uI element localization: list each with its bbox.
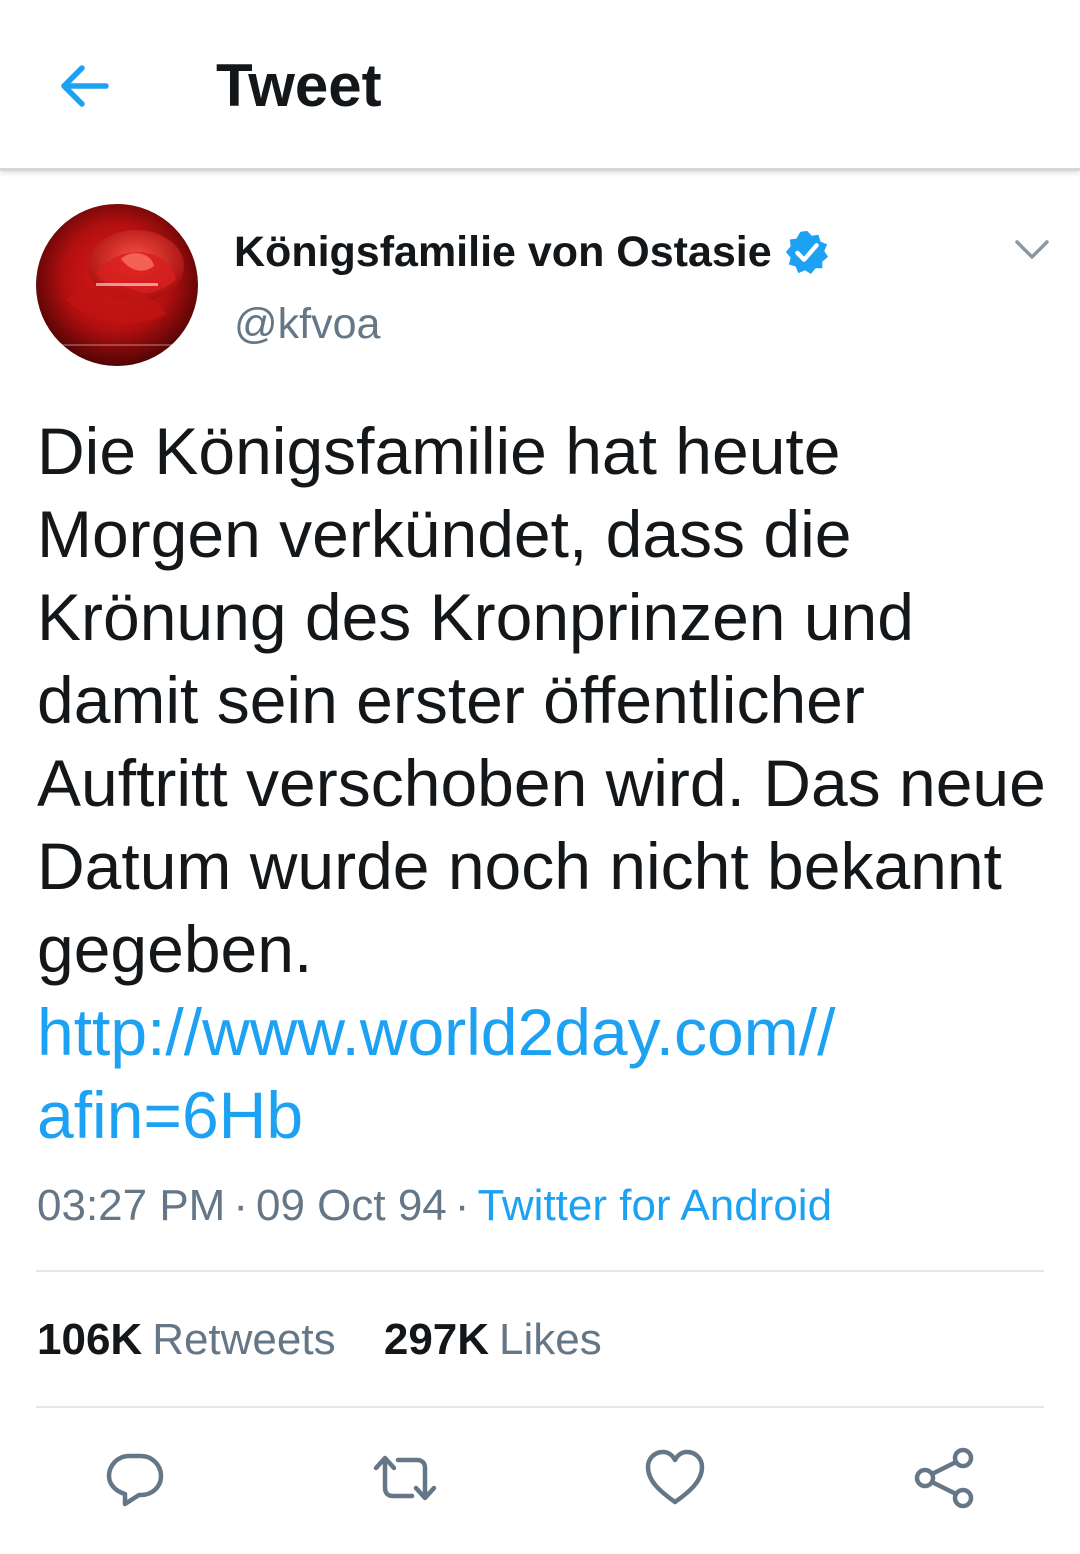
divider [36,1406,1044,1408]
retweets-stat[interactable]: 106K Retweets [37,1312,336,1368]
avatar[interactable] [36,204,198,366]
display-name[interactable]: Königsfamilie von Ostasie [234,228,772,277]
tweet-link-line1: http://www.world2day.com// [37,995,836,1069]
tweet-link[interactable]: http://www.world2day.com// afin=6Hb [37,995,835,1152]
chevron-down-icon [1015,240,1049,259]
reply-button[interactable] [95,1438,175,1518]
back-button[interactable] [44,46,124,126]
share-icon [914,1447,974,1509]
retweets-count: 106K [37,1315,143,1364]
likes-label: Likes [499,1315,602,1364]
divider [36,1270,1044,1272]
tweet-menu-button[interactable] [1006,224,1058,276]
reply-icon [106,1453,164,1507]
tweet-body: Die Königsfamilie hat heute Morgen verkü… [37,410,1047,1157]
page-title: Tweet [216,52,382,119]
tweet-source-link[interactable]: Twitter for Android [477,1181,832,1230]
author-name-row: Königsfamilie von Ostasie [234,222,830,282]
tweet-link-line2: afin=6Hb [37,1078,304,1152]
meta-separator: · [454,1181,470,1230]
tweet-date: 09 Oct 94 [256,1181,447,1230]
meta-separator: · [233,1181,248,1230]
arrow-left-icon [61,65,109,107]
retweet-icon [373,1455,437,1501]
heart-icon [645,1449,705,1505]
share-button[interactable] [905,1438,985,1518]
retweet-button[interactable] [365,1438,445,1518]
verified-badge-icon [785,230,828,275]
user-handle[interactable]: @kfvoa [234,300,380,349]
action-bar [0,1438,1080,1518]
red-rose-avatar [36,204,198,366]
likes-count: 297K [383,1315,490,1364]
tweet-meta: 03:27 PM · 09 Oct 94 · Twitter for Android [37,1178,832,1234]
tweet-stats: 106K Retweets 297K Likes [37,1312,602,1368]
likes-stat[interactable]: 297K Likes [384,1312,602,1368]
app-header: Tweet [0,0,1080,171]
retweets-label: Retweets [152,1315,336,1364]
like-button[interactable] [635,1438,715,1518]
tweet-time: 03:27 PM [37,1181,226,1230]
tweet-text: Die Königsfamilie hat heute Morgen verkü… [37,414,1046,986]
